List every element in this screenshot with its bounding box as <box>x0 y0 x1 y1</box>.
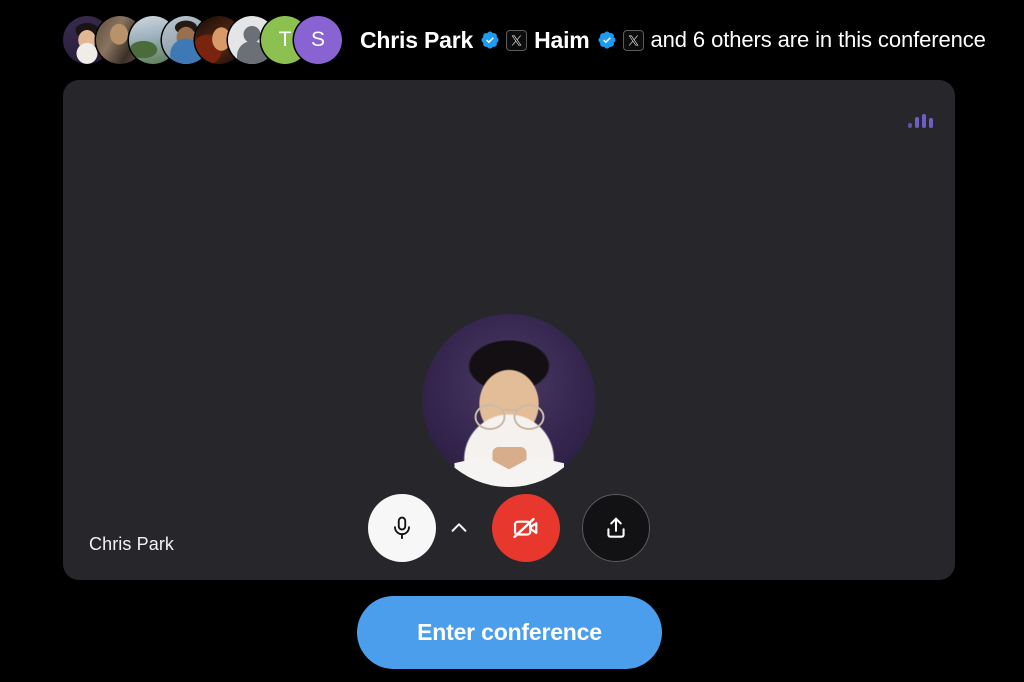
avatar-initial: S <box>310 28 325 51</box>
enter-conference-button[interactable]: Enter conference <box>357 596 662 669</box>
chevron-up-icon <box>451 523 467 532</box>
camera-toggle-button[interactable] <box>492 494 560 562</box>
avatar-glasses <box>474 403 544 430</box>
video-off-icon <box>513 517 538 539</box>
microphone-icon <box>394 516 410 540</box>
video-preview-panel: Chris Park <box>63 80 955 580</box>
share-screen-button[interactable] <box>582 494 650 562</box>
x-logo-icon <box>628 35 638 45</box>
others-count-text: and 6 others are in this conference <box>650 27 986 52</box>
audio-bar <box>908 123 912 128</box>
participant-name-primary[interactable]: Chris Park <box>360 27 473 54</box>
audio-bar <box>922 114 926 128</box>
verified-badge-icon <box>481 31 499 49</box>
verified-badge-icon <box>597 31 616 49</box>
media-controls-bar <box>63 494 955 562</box>
x-logo-icon <box>511 35 522 45</box>
participant-name-secondary[interactable]: Haim <box>534 27 590 54</box>
conference-header: T S Chris Park Haim and 6 others are in … <box>0 0 1024 80</box>
self-avatar <box>422 314 596 487</box>
participant-avatar[interactable]: S <box>294 16 342 64</box>
participant-avatar-stack[interactable]: T S <box>63 16 342 64</box>
avatar-initial: T <box>278 28 292 51</box>
conference-participants-headline: Chris Park Haim and 6 others are in this… <box>360 27 986 54</box>
avatar-glasses-bridge <box>501 409 517 412</box>
x-platform-chip[interactable] <box>622 29 644 51</box>
mic-options-button[interactable] <box>436 494 482 562</box>
audio-level-indicator <box>908 110 933 128</box>
mic-toggle-button[interactable] <box>368 494 436 562</box>
conference-preview-screen: T S Chris Park Haim and 6 others are in … <box>0 0 1024 682</box>
share-upload-icon <box>607 517 625 538</box>
audio-bar <box>929 118 933 128</box>
audio-bar <box>915 117 919 128</box>
x-platform-chip[interactable] <box>506 29 528 51</box>
